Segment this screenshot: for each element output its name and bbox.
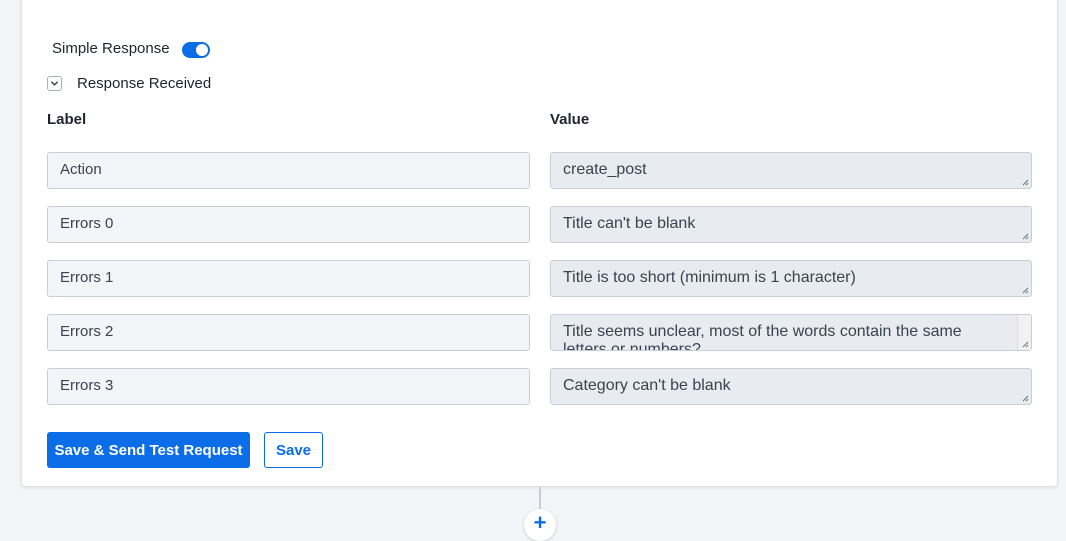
value-text: Title can't be blank — [563, 215, 696, 232]
toggle-knob — [195, 44, 208, 56]
value-field-errors-0[interactable]: Title can't be blank — [550, 206, 1032, 243]
simple-response-label: Simple Response — [52, 39, 170, 57]
resize-grip-icon[interactable] — [1022, 395, 1029, 402]
label-field-errors-3[interactable]: Errors 3 — [47, 368, 530, 405]
label-column-header: Label — [47, 111, 87, 128]
simple-response-toggle[interactable] — [181, 42, 210, 58]
simple-response-row: Simple Response — [52, 38, 210, 58]
value-field-errors-1[interactable]: Title is too short (minimum is 1 charact… — [550, 260, 1032, 297]
save-and-send-test-request-button[interactable]: Save & Send Test Request — [47, 432, 250, 468]
response-received-header[interactable]: Response Received — [47, 75, 211, 92]
resize-grip-icon[interactable] — [1022, 179, 1029, 186]
label-field-action[interactable]: Action — [47, 152, 530, 189]
response-received-label: Response Received — [77, 75, 212, 92]
resize-grip-icon[interactable] — [1022, 287, 1029, 294]
chevron-down-icon[interactable] — [47, 76, 62, 91]
flow-connector-line — [539, 487, 541, 511]
plus-icon: + — [533, 510, 547, 535]
resize-grip-icon[interactable] — [1022, 233, 1029, 240]
value-text: Title is too short (minimum is 1 charact… — [563, 269, 856, 286]
response-card: Simple Response Response Received Label … — [21, 0, 1058, 487]
save-button[interactable]: Save — [264, 432, 323, 468]
value-column-header: Value — [550, 111, 590, 128]
value-text: create_post — [563, 161, 647, 178]
add-step-button[interactable]: + — [524, 509, 556, 541]
label-field-errors-1[interactable]: Errors 1 — [47, 260, 530, 297]
label-field-errors-0[interactable]: Errors 0 — [47, 206, 530, 243]
value-text: Title seems unclear, most of the words c… — [563, 323, 962, 351]
value-field-errors-3[interactable]: Category can't be blank — [550, 368, 1032, 405]
value-field-action[interactable]: create_post — [550, 152, 1032, 189]
resize-grip-icon[interactable] — [1022, 341, 1029, 348]
value-field-errors-2[interactable]: Title seems unclear, most of the words c… — [550, 314, 1032, 351]
value-text: Category can't be blank — [563, 377, 731, 394]
label-field-errors-2[interactable]: Errors 2 — [47, 314, 530, 351]
